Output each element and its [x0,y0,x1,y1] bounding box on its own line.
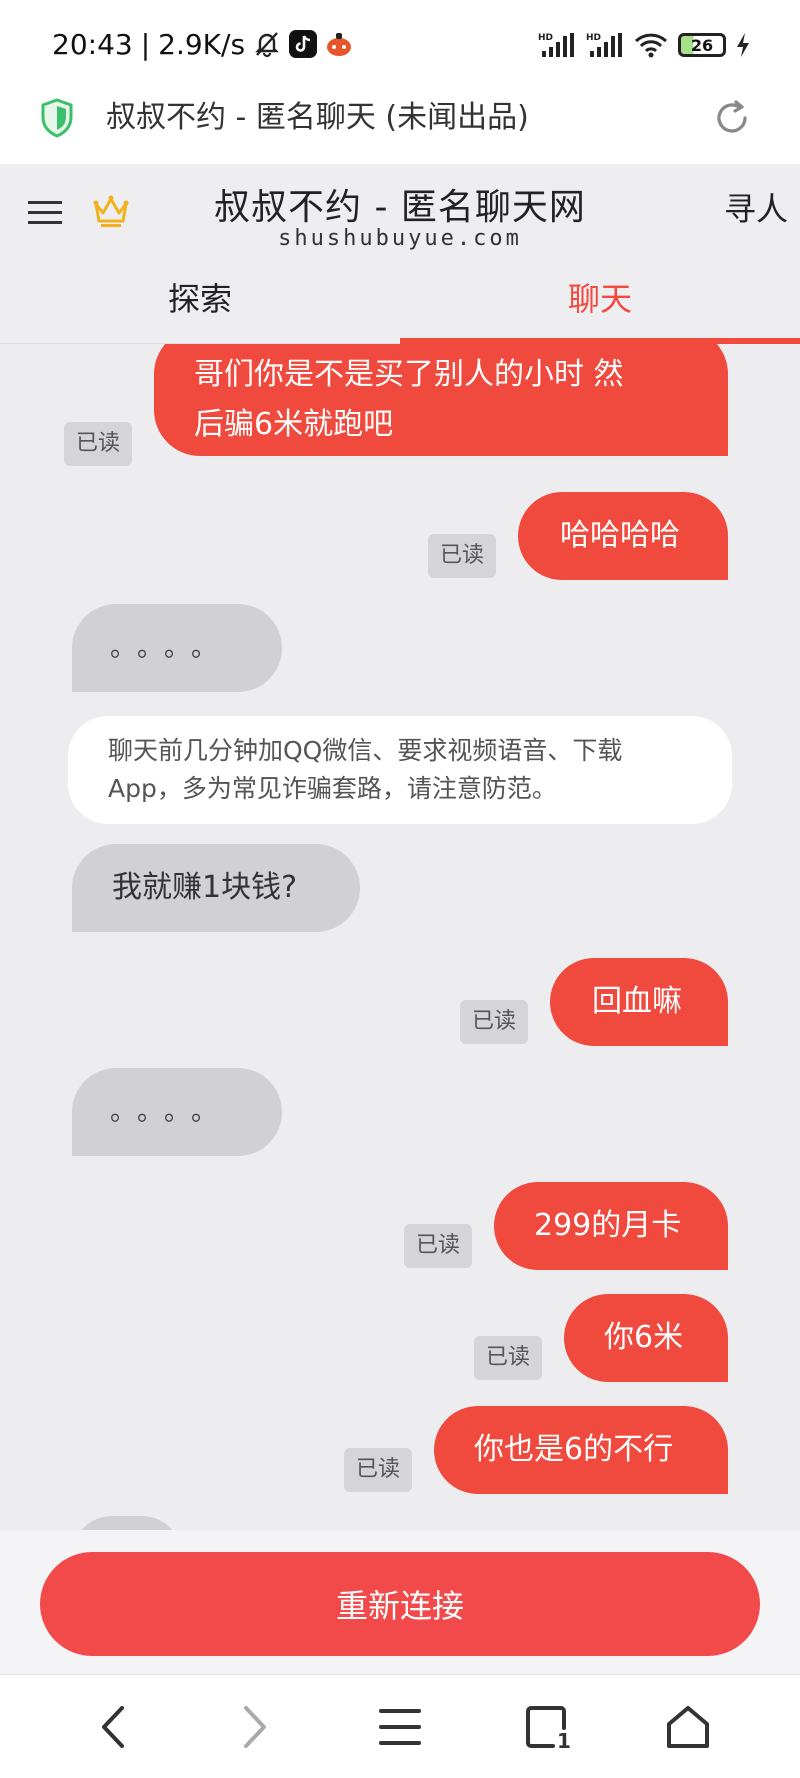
message-line: 我就赚1块钱? [112,870,298,905]
find-people-button[interactable]: 寻人 [724,184,788,230]
back-icon[interactable] [86,1699,142,1755]
wifi-icon [634,31,668,59]
charging-icon [736,32,750,58]
battery-icon: 26 [678,33,726,57]
chat-message-list[interactable]: 哥们你是不是买了别人的小时 然 后骗6米就跑吧 已读 哈哈哈哈 已读 。。。。 … [0,344,800,1530]
outgoing-message[interactable]: 你也是6的不行 [434,1406,728,1494]
reload-icon[interactable] [712,98,752,138]
message-line: 哈哈哈哈 [560,518,680,553]
bottom-action-area: 重新连接 [0,1530,800,1674]
browser-nav-bar: 1 [0,1674,800,1778]
incoming-message-partial [72,1516,182,1530]
read-badge: 已读 [404,1224,472,1268]
forward-icon[interactable] [226,1699,282,1755]
status-time: 20:43 [52,27,133,61]
tab-count: 1 [557,1729,571,1752]
shield-icon[interactable] [40,98,74,138]
message-line: 你6米 [604,1320,684,1355]
incoming-message[interactable]: 我就赚1块钱? [72,844,360,932]
network-speed: 2.9K/s [158,27,246,61]
tab-explore[interactable]: 探索 [0,266,400,332]
read-badge: 已读 [460,1000,528,1044]
safety-notice: 聊天前几分钟加QQ微信、要求视频语音、下载 App，多为常见诈骗套路，请注意防范… [68,716,732,824]
message-line: 哥们你是不是买了别人的小时 然 [194,357,624,392]
tiktok-icon [289,30,318,58]
home-icon[interactable] [660,1699,716,1755]
incoming-message[interactable]: 。。。。 [72,604,282,692]
notice-line: 聊天前几分钟加QQ微信、要求视频语音、下载 [108,736,623,765]
read-badge: 已读 [428,534,496,578]
message-line: 回血嘛 [592,984,682,1019]
status-separator: | [140,27,151,61]
read-badge: 已读 [474,1336,542,1380]
battery-level: 26 [690,35,714,55]
hd-signal-icon: HD [586,31,624,59]
outgoing-message[interactable]: 哥们你是不是买了别人的小时 然 后骗6米就跑吧 [154,344,728,456]
svg-text:HD: HD [538,33,553,43]
site-title: 叔叔不约 - 匿名聊天网 [214,187,586,228]
outgoing-message[interactable]: 你6米 [564,1294,728,1382]
menu-icon[interactable] [372,1699,428,1755]
notice-line: App，多为常见诈骗套路，请注意防范。 [108,774,557,803]
status-right: HD HD 26 [538,28,750,62]
read-badge: 已读 [64,422,132,466]
reconnect-button[interactable]: 重新连接 [40,1552,760,1656]
incoming-message[interactable]: 。。。。 [72,1068,282,1156]
tabs-icon[interactable]: 1 [520,1699,576,1755]
site-domain: shushubuyue.com [278,226,522,251]
browser-address-bar[interactable]: 叔叔不约 - 匿名聊天 (未闻出品) [0,86,800,164]
message-line: 后骗6米就跑吧 [194,407,394,442]
outgoing-message[interactable]: 哈哈哈哈 [518,492,728,580]
site-header: 叔叔不约 - 匿名聊天网 shushubuyue.com 寻人 探索 聊天 [0,164,800,344]
read-badge: 已读 [344,1448,412,1492]
message-line: 299的月卡 [534,1208,682,1243]
mute-bell-icon [253,30,281,58]
outgoing-message[interactable]: 299的月卡 [494,1182,728,1270]
message-line: 。。。。 [110,1097,232,1127]
message-line: 。。。。 [110,633,232,663]
status-left: 20:43 | 2.9K/s [52,24,353,64]
message-line: 你也是6的不行 [474,1432,674,1467]
outgoing-message[interactable]: 回血嘛 [550,958,728,1046]
tab-chat[interactable]: 聊天 [400,266,800,332]
svg-text:HD: HD [586,33,601,43]
hd-signal-icon: HD [538,31,576,59]
app-icon [325,30,353,58]
status-bar: 20:43 | 2.9K/s HD HD 26 [0,0,800,86]
browser-page-title[interactable]: 叔叔不约 - 匿名聊天 (未闻出品) [106,96,529,140]
